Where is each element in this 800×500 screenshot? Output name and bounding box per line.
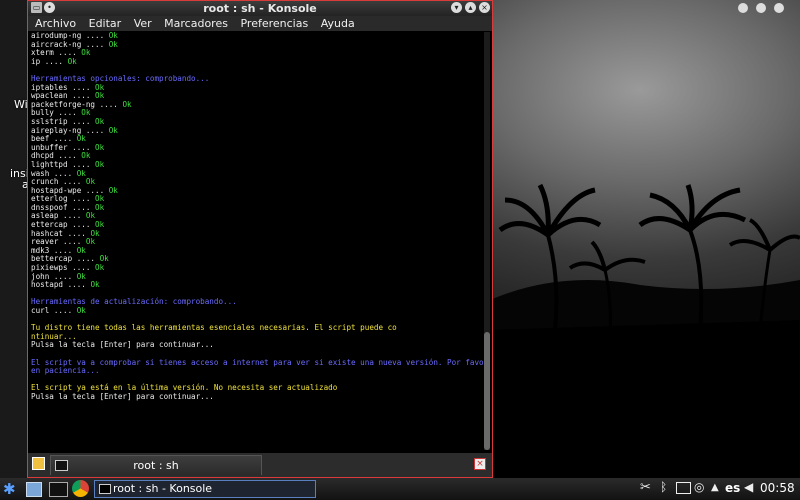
status-ok: Ok	[95, 202, 105, 212]
status-ok: Ok	[108, 185, 118, 195]
status-ok: Ok	[90, 280, 100, 290]
menu-marcadores[interactable]: Marcadores	[164, 16, 228, 31]
terminal-line: curl .... Ok	[31, 306, 486, 316]
volume-icon[interactable]: ◀	[744, 480, 753, 498]
terminal-line-text: Tu distro tiene todas las herramientas e…	[31, 323, 397, 333]
terminal-line: aireplay-ng .... Ok	[31, 125, 486, 136]
terminal-line: Pulsa la tecla [Enter] para continuar...	[31, 341, 486, 350]
terminal-line-text: ip ....	[31, 56, 68, 66]
taskbar: ✱ root : sh - Konsole ✂ ᛒ ◎ ▲ es ◀ 00:58	[0, 478, 800, 500]
status-ok: Ok	[108, 125, 118, 135]
menu-ayuda[interactable]: Ayuda	[321, 16, 355, 31]
terminal-line: Tu distro tiene todas las herramientas e…	[31, 323, 486, 333]
terminal-line: en paciencia...	[31, 366, 486, 376]
tab-root-sh[interactable]: root : sh	[50, 455, 262, 475]
terminal-line-text: curl ....	[31, 306, 77, 315]
menu-archivo[interactable]: Archivo	[35, 16, 76, 31]
terminal-output[interactable]: airodump-ng .... Ok aircrack-ng .... Ok xt…	[31, 32, 486, 452]
terminal-line-text: Pulsa la tecla [Enter] para continuar...	[31, 391, 214, 401]
keyboard-layout[interactable]: es	[725, 481, 740, 495]
maximize-icon[interactable]: ▴	[465, 2, 476, 13]
menu-preferencias[interactable]: Preferencias	[240, 16, 308, 31]
desktop-icon-label[interactable]: Wi	[14, 98, 28, 111]
network-icon[interactable]: ◎	[694, 480, 704, 498]
menu-bar: Archivo Editar Ver Marcadores Preferenci…	[28, 16, 492, 31]
scrollbar-thumb[interactable]	[484, 332, 490, 450]
maximize-icon[interactable]	[756, 3, 766, 13]
terminal-line: hostapd .... Ok	[31, 280, 486, 290]
minimize-icon[interactable]	[738, 3, 748, 13]
terminal-line-text: en paciencia...	[31, 366, 100, 376]
bluetooth-icon[interactable]: ᛒ	[660, 480, 667, 498]
terminal-line: dnsspoof .... Ok	[31, 202, 486, 213]
terminal-line: ip .... Ok	[31, 56, 486, 67]
terminal-line: lighttpd .... Ok	[31, 159, 486, 170]
new-tab-icon[interactable]	[32, 457, 45, 470]
terminal-line: packetforge-ng .... Ok	[31, 99, 486, 110]
status-ok: Ok	[76, 306, 86, 315]
close-icon[interactable]: ×	[479, 2, 490, 13]
monitor-icon[interactable]	[676, 482, 691, 494]
close-tab-icon[interactable]: ×	[474, 458, 486, 470]
terminal-line: Pulsa la tecla [Enter] para continuar...	[31, 391, 486, 402]
status-ok: Ok	[81, 48, 91, 58]
tab-bar: root : sh ×	[28, 453, 492, 477]
terminal-line-text: Pulsa la tecla [Enter] para continuar...	[31, 340, 214, 350]
terminal-launcher-icon[interactable]	[49, 482, 68, 497]
menu-ver[interactable]: Ver	[134, 16, 152, 31]
terminal-line: wash .... Ok	[31, 169, 486, 179]
terminal-line-text: hostapd ....	[31, 280, 91, 290]
taskbar-item-konsole[interactable]: root : sh - Konsole	[94, 480, 316, 498]
konsole-window: ▭ • root : sh - Konsole ▾ ▴ × Archivo Ed…	[27, 0, 493, 478]
status-ok: Ok	[95, 159, 105, 169]
terminal-scrollbar[interactable]	[484, 32, 490, 450]
scissors-icon[interactable]: ✂	[640, 480, 651, 498]
terminal-line: reaver .... Ok	[31, 237, 486, 247]
menu-editar[interactable]: Editar	[89, 16, 122, 31]
window-titlebar[interactable]: ▭ • root : sh - Konsole ▾ ▴ ×	[28, 1, 492, 16]
clock[interactable]: 00:58	[760, 481, 795, 495]
status-ok: Ok	[67, 56, 77, 66]
kde-menu-icon[interactable]: ✱	[3, 480, 21, 498]
terminal-line: unbuffer .... Ok	[31, 142, 486, 153]
tab-label: root : sh	[133, 459, 179, 472]
minimize-icon[interactable]: ▾	[451, 2, 462, 13]
terminal-line: Herramientas de actualización: comproban…	[31, 298, 486, 307]
file-manager-icon[interactable]	[26, 482, 42, 497]
terminal-icon	[99, 484, 111, 494]
status-ok: Ok	[95, 142, 105, 152]
chrome-icon[interactable]	[72, 480, 89, 497]
status-ok: Ok	[108, 39, 118, 49]
taskbar-item-label: root : sh - Konsole	[113, 482, 213, 495]
terminal-line: xterm .... Ok	[31, 48, 486, 58]
window-title: root : sh - Konsole	[203, 2, 317, 15]
terminal-line: pixiewps .... Ok	[31, 263, 486, 273]
chevron-up-icon[interactable]: ▲	[711, 482, 719, 500]
terminal-line: hashcat .... Ok	[31, 229, 486, 239]
terminal-line: aircrack-ng .... Ok	[31, 39, 486, 50]
close-icon[interactable]	[774, 3, 784, 13]
status-ok: Ok	[122, 99, 132, 109]
status-ok: Ok	[85, 237, 96, 247]
status-ok: Ok	[95, 263, 105, 273]
